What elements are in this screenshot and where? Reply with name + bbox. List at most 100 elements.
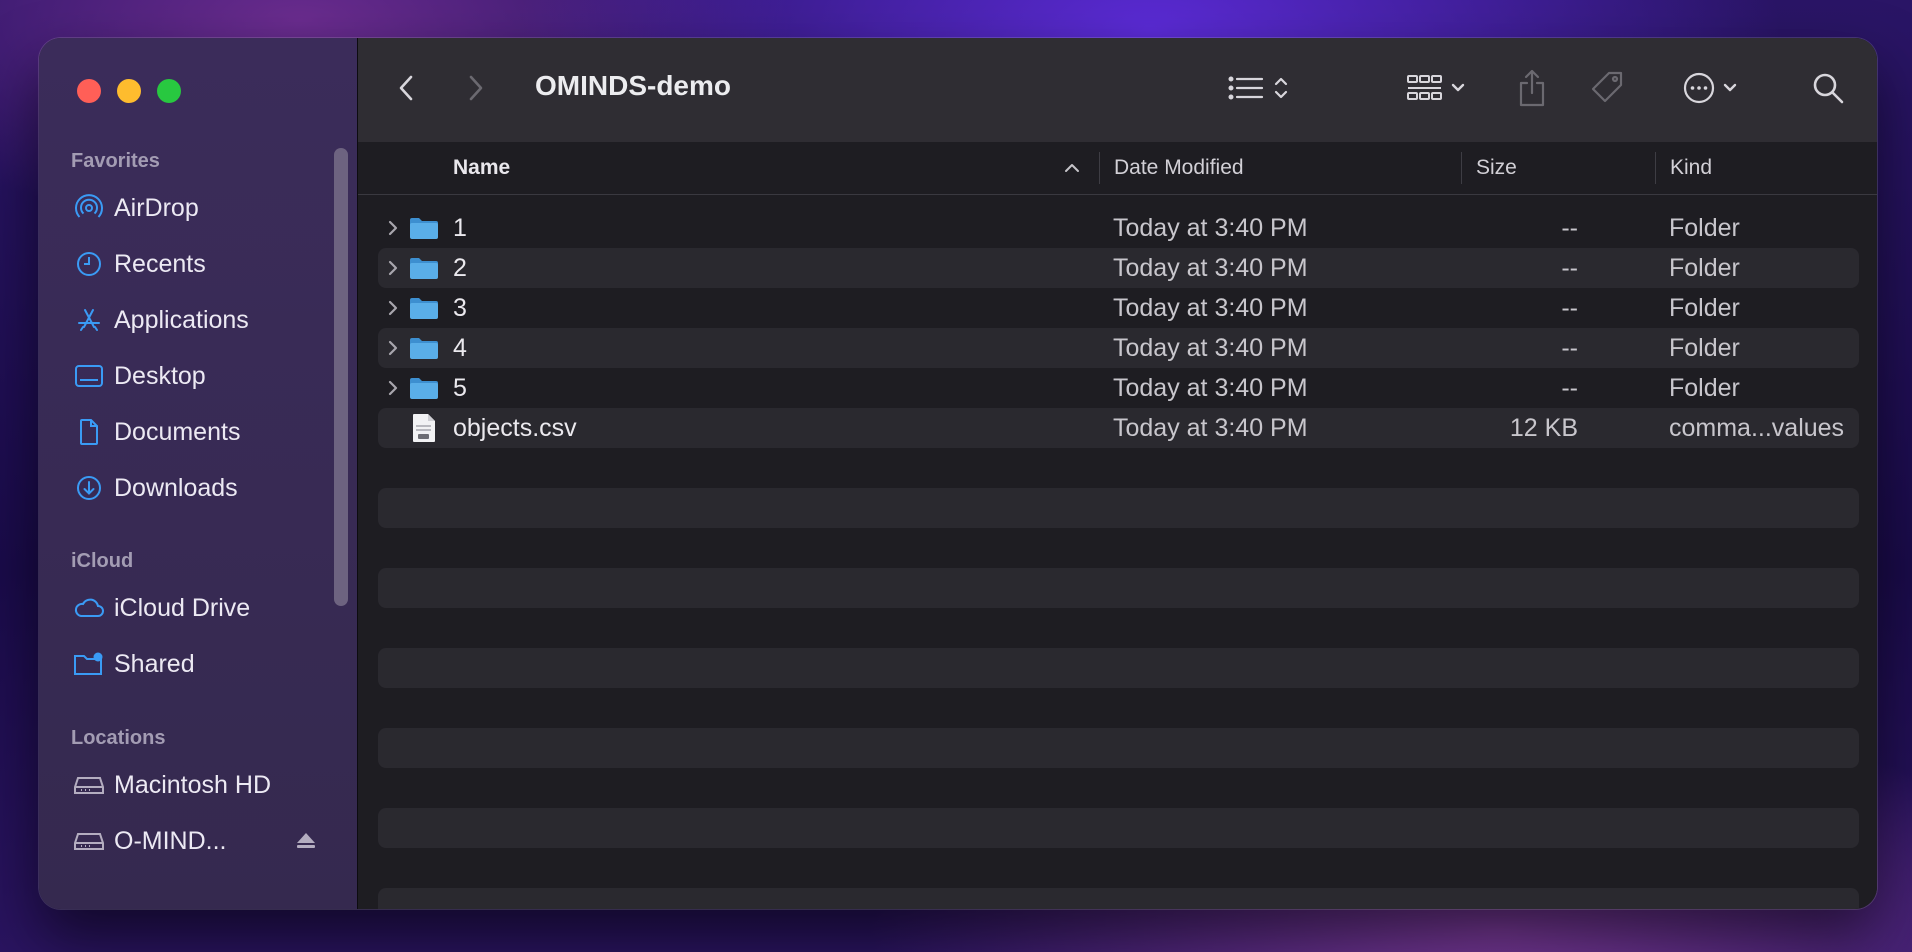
file-row[interactable]: 1 Today at 3:40 PM -- Folder xyxy=(378,208,1859,248)
back-button[interactable] xyxy=(388,72,424,108)
file-row[interactable]: 3 Today at 3:40 PM -- Folder xyxy=(378,288,1859,328)
sidebar-item-o-minds[interactable]: O-MIND... xyxy=(73,821,315,861)
section-favorites: Favorites xyxy=(71,150,160,172)
sidebar-scrollbar[interactable] xyxy=(334,148,348,606)
file-name: 2 xyxy=(453,253,467,282)
applications-icon xyxy=(73,304,105,336)
minimize-button[interactable] xyxy=(117,79,141,103)
disclosure-chevron-icon[interactable] xyxy=(387,328,399,368)
section-locations: Locations xyxy=(71,727,166,749)
file-date: Today at 3:40 PM xyxy=(1113,333,1308,362)
column-divider[interactable] xyxy=(1655,152,1656,184)
section-icloud: iCloud xyxy=(71,550,134,572)
file-date: Today at 3:40 PM xyxy=(1113,413,1308,442)
zoom-button[interactable] xyxy=(157,79,181,103)
empty-row xyxy=(378,648,1859,688)
close-button[interactable] xyxy=(77,79,101,103)
file-kind: Folder xyxy=(1669,333,1740,362)
disclosure-chevron-icon[interactable] xyxy=(387,288,399,328)
main-content: OMINDS-demo Name Date Modified Size Kind… xyxy=(358,38,1877,909)
column-kind[interactable]: Kind xyxy=(1670,142,1712,194)
desktop-icon xyxy=(73,360,105,392)
file-size: -- xyxy=(1561,253,1578,282)
cloud-icon xyxy=(73,592,105,624)
sidebar-item-applications[interactable]: Applications xyxy=(73,300,249,340)
document-icon xyxy=(73,416,105,448)
sidebar-item-recents[interactable]: Recents xyxy=(73,244,206,284)
sidebar-item-icloud-drive[interactable]: iCloud Drive xyxy=(73,588,250,628)
shared-folder-icon xyxy=(73,648,105,680)
file-kind: comma...values xyxy=(1669,413,1845,442)
column-divider[interactable] xyxy=(1099,152,1100,184)
airdrop-icon xyxy=(73,192,105,224)
sidebar-item-downloads[interactable]: Downloads xyxy=(73,468,238,508)
column-size[interactable]: Size xyxy=(1476,142,1517,194)
group-button[interactable] xyxy=(1398,70,1474,110)
folder-icon xyxy=(409,208,439,248)
view-options-button[interactable] xyxy=(1220,70,1296,110)
file-kind: Folder xyxy=(1669,213,1740,242)
list-view-icon xyxy=(1228,75,1268,106)
window-title: OMINDS-demo xyxy=(535,70,731,101)
file-name: 1 xyxy=(453,213,467,242)
file-name: 4 xyxy=(453,333,467,362)
sidebar-item-airdrop[interactable]: AirDrop xyxy=(73,188,199,228)
back-icon xyxy=(398,74,414,107)
column-date-modified[interactable]: Date Modified xyxy=(1114,142,1244,194)
folder-icon xyxy=(409,288,439,328)
forward-icon xyxy=(468,74,484,107)
sidebar-item-desktop[interactable]: Desktop xyxy=(73,356,206,396)
chevron-down-icon xyxy=(1722,81,1738,99)
sidebar-item-shared[interactable]: Shared xyxy=(73,644,195,684)
sidebar-item-label: Shared xyxy=(114,649,195,678)
chevron-updown-icon xyxy=(1274,74,1288,107)
disclosure-chevron-icon[interactable] xyxy=(387,368,399,408)
eject-icon[interactable] xyxy=(295,821,317,861)
csv-file-icon xyxy=(411,408,437,448)
file-row[interactable]: 2 Today at 3:40 PM -- Folder xyxy=(378,248,1859,288)
file-size: -- xyxy=(1561,373,1578,402)
search-icon xyxy=(1811,71,1845,110)
disclosure-chevron-icon[interactable] xyxy=(387,248,399,288)
sidebar-item-label: Desktop xyxy=(114,361,206,390)
file-date: Today at 3:40 PM xyxy=(1113,373,1308,402)
more-actions-button[interactable] xyxy=(1672,70,1748,110)
file-date: Today at 3:40 PM xyxy=(1113,253,1308,282)
file-row[interactable]: 5 Today at 3:40 PM -- Folder xyxy=(378,368,1859,408)
group-icon xyxy=(1406,73,1444,108)
file-name: 3 xyxy=(453,293,467,322)
column-name[interactable]: Name xyxy=(453,142,510,194)
share-icon xyxy=(1517,68,1547,113)
sidebar-item-label: Macintosh HD xyxy=(114,770,271,799)
file-row[interactable]: 4 Today at 3:40 PM -- Folder xyxy=(378,328,1859,368)
file-size: -- xyxy=(1561,213,1578,242)
file-date: Today at 3:40 PM xyxy=(1113,293,1308,322)
sidebar-item-label: iCloud Drive xyxy=(114,593,251,622)
file-date: Today at 3:40 PM xyxy=(1113,213,1308,242)
finder-window: Favorites AirDrop Recents Applications D… xyxy=(39,38,1877,909)
hard-drive-icon xyxy=(73,825,105,857)
empty-row xyxy=(378,808,1859,848)
empty-row xyxy=(378,488,1859,528)
sidebar-item-macintosh-hd[interactable]: Macintosh HD xyxy=(73,765,271,805)
folder-icon xyxy=(409,328,439,368)
tag-button[interactable] xyxy=(1586,68,1630,112)
column-divider[interactable] xyxy=(1461,152,1462,184)
window-controls xyxy=(77,79,181,103)
file-kind: Folder xyxy=(1669,253,1740,282)
search-button[interactable] xyxy=(1808,70,1848,110)
empty-row xyxy=(378,888,1859,909)
sidebar-item-documents[interactable]: Documents xyxy=(73,412,240,452)
file-name: 5 xyxy=(453,373,467,402)
disclosure-chevron-icon[interactable] xyxy=(387,208,399,248)
empty-row xyxy=(378,728,1859,768)
folder-icon xyxy=(409,248,439,288)
clock-icon xyxy=(73,248,105,280)
share-button[interactable] xyxy=(1510,66,1554,114)
sidebar-item-label: Downloads xyxy=(114,473,238,502)
sort-ascending-icon[interactable] xyxy=(1064,142,1080,194)
tag-icon xyxy=(1589,69,1627,112)
forward-button[interactable] xyxy=(458,72,494,108)
file-row[interactable]: objects.csv Today at 3:40 PM 12 KB comma… xyxy=(378,408,1859,448)
sidebar: Favorites AirDrop Recents Applications D… xyxy=(39,38,358,909)
